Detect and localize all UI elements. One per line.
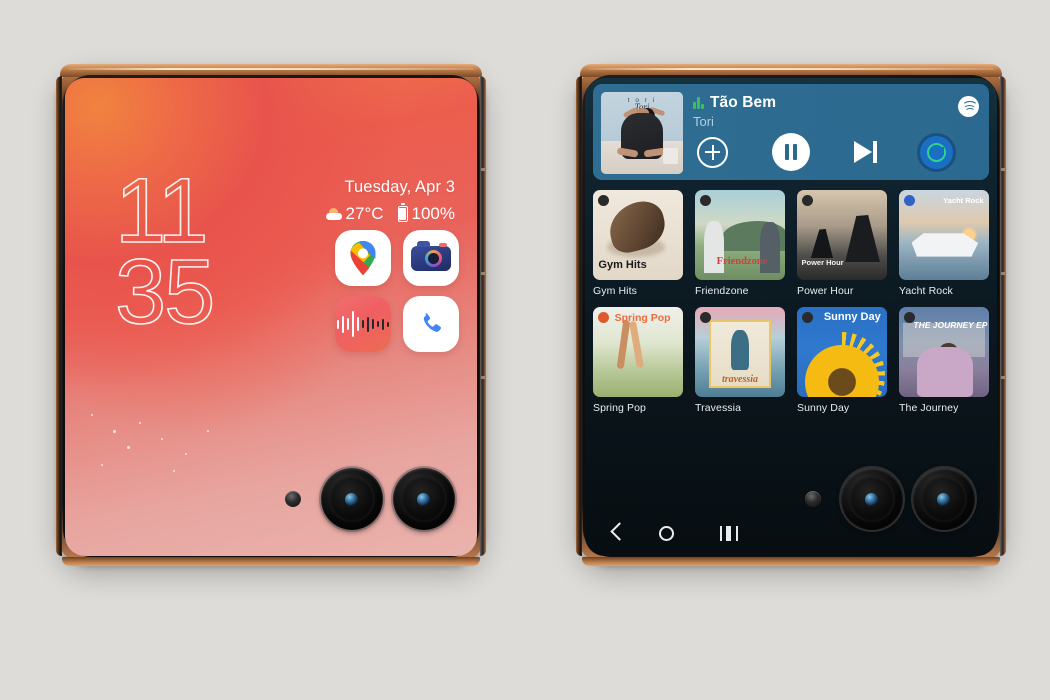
rear-camera-module xyxy=(285,468,455,530)
recents-icon[interactable] xyxy=(720,525,738,541)
track-info: Tão Bem Tori xyxy=(693,94,949,129)
artwork-text: Friendzone xyxy=(716,256,768,268)
frame-bottom-band xyxy=(582,557,1000,566)
list-item[interactable]: Sunny Day Sunny Day xyxy=(797,307,887,414)
cover-screen[interactable]: 11 35 Tuesday, Apr 3 27°C 100% xyxy=(65,78,477,556)
artwork-text: Sunny Day xyxy=(823,311,881,324)
date-label: Tuesday, Apr 3 xyxy=(344,178,455,196)
playlist-badge-icon xyxy=(904,195,915,206)
list-item[interactable]: Yacht Rock Yacht Rock xyxy=(899,190,989,297)
playlist-grid: Gym Hits Gym Hits Friendzone Friendzone xyxy=(593,190,989,414)
artwork-text: Yacht Rock xyxy=(943,196,984,206)
now-playing-card[interactable]: t o r i Tori Tão Bem Tori xyxy=(593,84,989,180)
list-item[interactable]: travessia Travessia xyxy=(695,307,785,414)
frame-left-edge xyxy=(576,76,582,556)
playback-controls xyxy=(693,130,979,174)
spotify-icon xyxy=(958,96,979,117)
led-flash-icon xyxy=(285,491,301,507)
phone-app-icon[interactable] xyxy=(403,296,459,352)
playlist-label: Sunny Day xyxy=(797,402,850,414)
maps-app-icon[interactable] xyxy=(335,230,391,286)
playlist-badge-icon xyxy=(598,195,609,206)
track-title: Tão Bem xyxy=(709,94,777,111)
list-item[interactable]: Friendzone Friendzone xyxy=(695,190,785,297)
inner-screen[interactable]: t o r i Tori Tão Bem Tori Gym Hits Gym H… xyxy=(585,78,997,556)
playlist-artwork: THE JOURNEY EP xyxy=(899,307,989,397)
partly-cloudy-icon xyxy=(325,208,342,220)
app-shortcut-grid xyxy=(335,230,459,352)
playlist-badge-icon xyxy=(802,312,813,323)
playlist-artwork: travessia xyxy=(695,307,785,397)
playlist-artwork: Gym Hits xyxy=(593,190,683,280)
circle-icon[interactable] xyxy=(659,525,674,541)
playlist-badge-icon xyxy=(700,195,711,206)
list-item[interactable]: Power Hour Power Hour xyxy=(797,190,887,297)
cast-device-icon[interactable] xyxy=(920,135,953,169)
track-artist: Tori xyxy=(693,114,714,129)
playlist-badge-icon xyxy=(904,312,915,323)
playlist-artwork: Yacht Rock xyxy=(899,190,989,280)
equalizer-icon xyxy=(693,97,704,109)
battery-label: 100% xyxy=(411,204,455,223)
frame-left-edge xyxy=(56,76,62,556)
clock-hours: 11 xyxy=(114,160,209,262)
weather-pill: 27°C xyxy=(325,204,384,224)
artwork-text: Spring Pop xyxy=(614,312,671,325)
waveform-icon xyxy=(335,296,391,352)
camera-lens-1 xyxy=(841,468,903,530)
temperature-label: 27°C xyxy=(345,204,384,223)
status-widget: Tuesday, Apr 3 27°C 100% xyxy=(325,178,455,224)
led-flash-icon xyxy=(805,491,821,507)
playlist-artwork: Spring Pop xyxy=(593,307,683,397)
camera-lens-1 xyxy=(321,468,383,530)
frame-right-edge xyxy=(1000,76,1006,556)
list-item[interactable]: Spring Pop Spring Pop xyxy=(593,307,683,414)
clock-minutes: 35 xyxy=(114,241,216,344)
playlist-label: Gym Hits xyxy=(593,285,637,297)
playlist-label: Power Hour xyxy=(797,285,854,297)
battery-full-icon xyxy=(397,203,408,222)
frame-right-edge xyxy=(480,76,486,556)
recorder-app-icon[interactable] xyxy=(335,296,391,352)
playlist-label: The Journey xyxy=(899,402,959,414)
playlist-badge-icon xyxy=(598,312,609,323)
album-art: t o r i Tori xyxy=(601,92,683,174)
rear-camera-module xyxy=(805,468,975,530)
playlist-label: Yacht Rock xyxy=(899,285,953,297)
playlist-artwork: Sunny Day xyxy=(797,307,887,397)
clock-widget: 11 35 xyxy=(114,160,216,344)
playlist-label: Friendzone xyxy=(695,285,749,297)
playlist-artwork: Power Hour xyxy=(797,190,887,280)
list-item[interactable]: THE JOURNEY EP The Journey xyxy=(899,307,989,414)
skip-next-icon[interactable] xyxy=(854,141,880,163)
camera-app-icon[interactable] xyxy=(403,230,459,286)
camera-lens-2 xyxy=(393,468,455,530)
list-item[interactable]: Gym Hits Gym Hits xyxy=(593,190,683,297)
scene: 11 35 Tuesday, Apr 3 27°C 100% t o r i T… xyxy=(0,0,1050,700)
plus-circle-icon[interactable] xyxy=(697,136,728,168)
playlist-badge-icon xyxy=(700,312,711,323)
playlist-artwork: Friendzone xyxy=(695,190,785,280)
artwork-text: travessia xyxy=(721,374,759,386)
playlist-label: Spring Pop xyxy=(593,402,646,414)
playlist-badge-icon xyxy=(802,195,813,206)
artwork-text: Power Hour xyxy=(801,258,844,268)
artwork-text: THE JOURNEY EP xyxy=(913,319,988,330)
artwork-text: Gym Hits xyxy=(598,259,647,271)
pause-icon[interactable] xyxy=(772,133,810,171)
right-phone-device: t o r i Tori Tão Bem Tori Gym Hits Gym H… xyxy=(576,64,1006,566)
playlist-label: Travessia xyxy=(695,402,742,414)
left-phone-device: 11 35 Tuesday, Apr 3 27°C 100% xyxy=(56,64,486,566)
camera-lens-2 xyxy=(913,468,975,530)
frame-bottom-band xyxy=(62,557,480,566)
battery-pill: 100% xyxy=(397,203,455,224)
